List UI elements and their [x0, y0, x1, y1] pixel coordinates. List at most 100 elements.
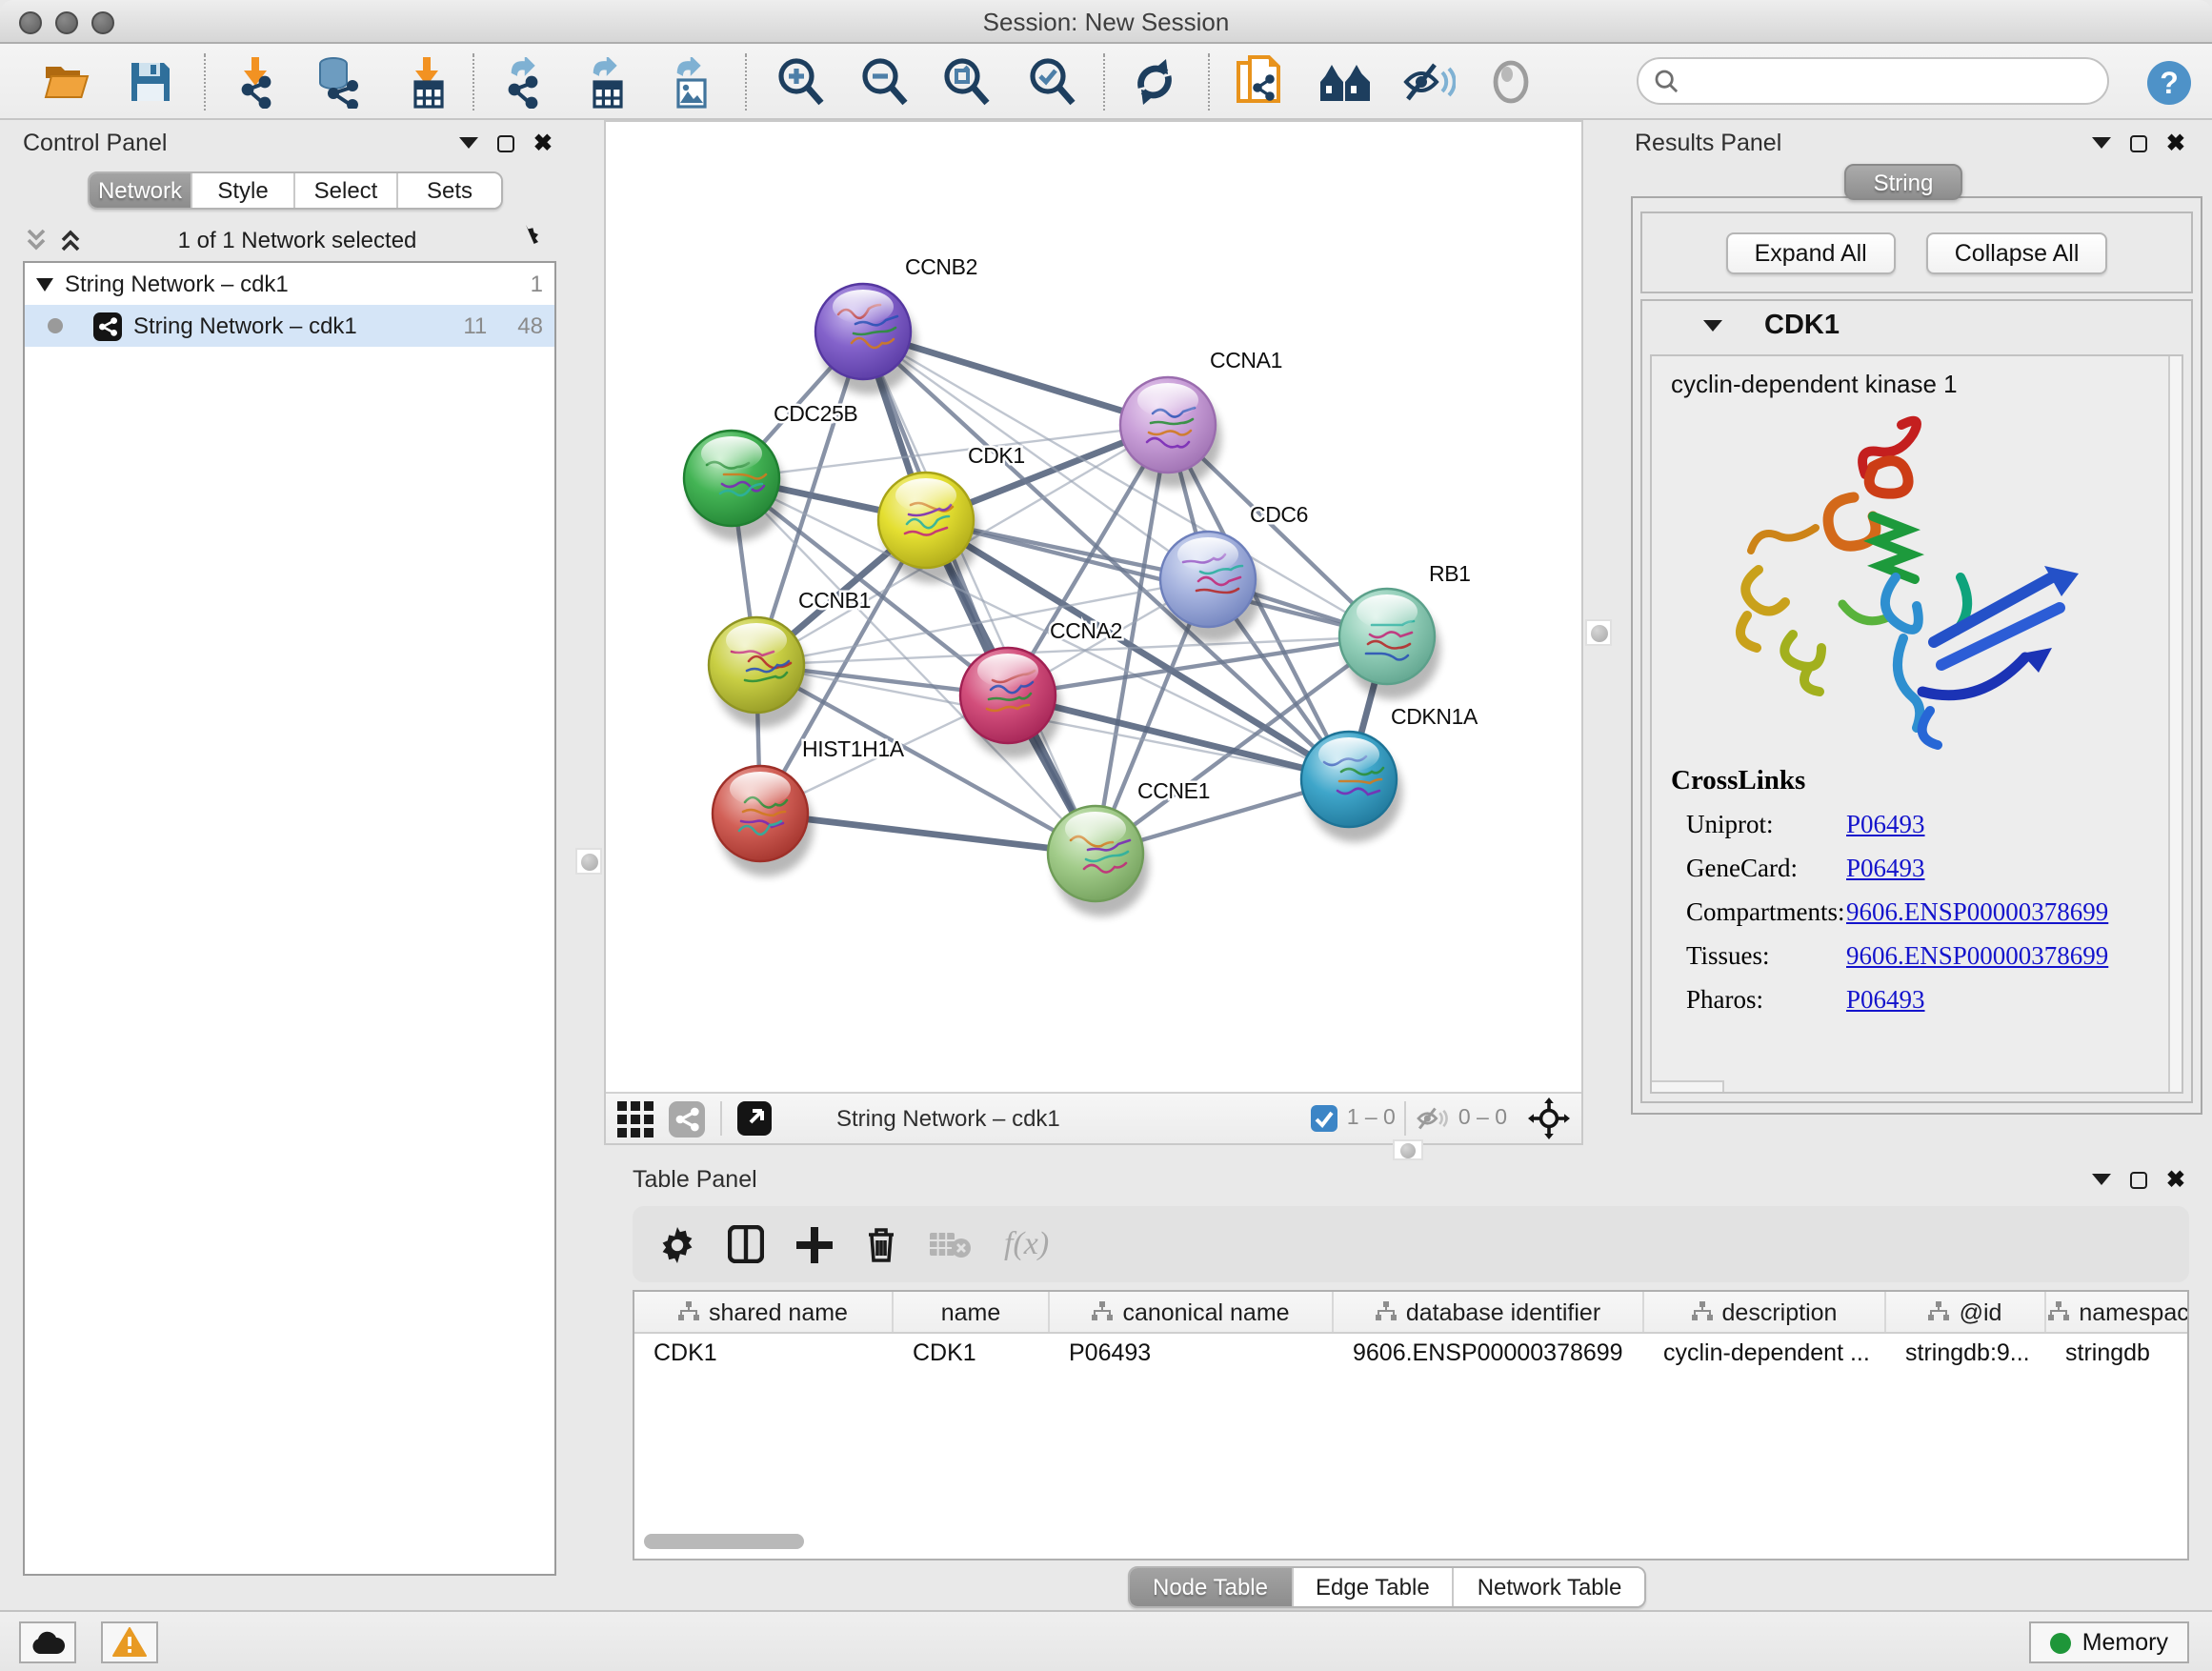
network-row[interactable]: String Network – cdk1 11 48: [25, 305, 554, 347]
crosslink-link[interactable]: P06493: [1846, 854, 1925, 884]
node-label-CCNB1: CCNB1: [798, 588, 871, 613]
results-horizontal-scrollbar[interactable]: [1652, 1080, 1724, 1092]
results-tab-string[interactable]: String: [1844, 164, 1962, 200]
memory-button[interactable]: Memory: [2029, 1621, 2189, 1663]
table-row[interactable]: CDK1CDK1P064939606.ENSP00000378699cyclin…: [634, 1334, 2187, 1372]
zoom-fit-icon[interactable]: [939, 55, 993, 109]
panel-close-icon[interactable]: ✖: [2166, 134, 2185, 151]
zoom-selected-icon[interactable]: [1025, 55, 1078, 109]
expand-all-button[interactable]: Expand All: [1726, 232, 1896, 273]
export-table-icon[interactable]: [579, 55, 633, 109]
show-columns-icon[interactable]: [728, 1225, 764, 1263]
tab-style[interactable]: Style: [192, 173, 295, 208]
node-RB1[interactable]: [1339, 589, 1440, 699]
panel-collapse-icon[interactable]: [2092, 137, 2111, 149]
table-options-gear-icon[interactable]: [659, 1226, 695, 1262]
open-session-icon[interactable]: [40, 55, 93, 109]
help-icon[interactable]: ?: [2142, 55, 2195, 109]
search-input[interactable]: [1688, 68, 2107, 94]
cloud-status-button[interactable]: [19, 1621, 76, 1663]
center-view-icon[interactable]: [1528, 1097, 1570, 1139]
table-cell[interactable]: CDK1: [894, 1334, 1050, 1372]
panel-float-icon[interactable]: [2130, 134, 2147, 151]
table-cell[interactable]: P06493: [1050, 1334, 1334, 1372]
table-panel-title: Table Panel: [633, 1166, 757, 1193]
selected-count: 1 – 0: [1347, 1107, 1396, 1130]
tab-select[interactable]: Select: [295, 173, 398, 208]
import-table-icon[interactable]: [400, 55, 453, 109]
table-cell[interactable]: 9606.ENSP00000378699: [1334, 1334, 1644, 1372]
network-options-gear-icon[interactable]: [511, 225, 541, 255]
node-CDC25B[interactable]: [684, 431, 785, 541]
import-network-database-icon[interactable]: [312, 55, 366, 109]
results-vertical-scrollbar[interactable]: [2168, 356, 2182, 1092]
column-header-shared-name[interactable]: shared name: [634, 1292, 894, 1332]
toolbar-separator: [473, 53, 474, 111]
node-label-CCNE1: CCNE1: [1137, 778, 1210, 803]
zoom-out-icon[interactable]: [857, 55, 911, 109]
panel-float-icon[interactable]: [497, 134, 514, 151]
grid-view-icon[interactable]: [617, 1100, 654, 1137]
left-splitter-handle[interactable]: [575, 848, 602, 875]
tree-expand-icon[interactable]: [36, 277, 53, 291]
node-CCNA1[interactable]: [1120, 377, 1221, 488]
node-CDK1[interactable]: [878, 473, 979, 583]
column-header-@id[interactable]: @id: [1886, 1292, 2046, 1332]
collapse-all-button[interactable]: Collapse All: [1926, 232, 2108, 273]
section-collapse-icon[interactable]: [1703, 320, 1722, 332]
network-collection-row[interactable]: String Network – cdk1 1: [25, 263, 554, 305]
tab-node-table[interactable]: Node Table: [1130, 1568, 1293, 1606]
gene-description: cyclin-dependent kinase 1: [1652, 356, 2182, 398]
column-header-name[interactable]: name: [894, 1292, 1050, 1332]
crosslink-link[interactable]: 9606.ENSP00000378699: [1846, 897, 2108, 928]
right-splitter-handle[interactable]: [1585, 619, 1612, 646]
collapse-all-icon[interactable]: [23, 227, 50, 253]
panel-collapse-icon[interactable]: [2092, 1174, 2111, 1185]
tab-network[interactable]: Network: [90, 173, 192, 208]
node-CDC6[interactable]: [1160, 532, 1261, 642]
export-network-icon[interactable]: [497, 55, 551, 109]
panel-close-icon[interactable]: ✖: [533, 134, 553, 151]
save-session-icon[interactable]: [124, 55, 177, 109]
table-cell[interactable]: CDK1: [634, 1334, 894, 1372]
network-canvas[interactable]: CCNB2CCNA1CDC25BCDK1CDC6RB1CCNB1CCNA2CDK…: [606, 122, 1581, 1092]
share-document-icon[interactable]: [1233, 55, 1286, 109]
warnings-button[interactable]: [101, 1621, 158, 1663]
show-all-icon[interactable]: [1486, 55, 1539, 109]
import-network-file-icon[interactable]: [231, 55, 284, 109]
node-CCNA2[interactable]: [960, 648, 1061, 758]
panel-close-icon[interactable]: ✖: [2166, 1171, 2185, 1188]
column-header-description[interactable]: description: [1644, 1292, 1886, 1332]
delete-column-icon[interactable]: [865, 1225, 897, 1263]
tab-edge-table[interactable]: Edge Table: [1293, 1568, 1455, 1606]
zoom-in-icon[interactable]: [774, 55, 827, 109]
export-image-icon[interactable]: [663, 55, 716, 109]
crosslink-link[interactable]: 9606.ENSP00000378699: [1846, 941, 2108, 972]
table-cell[interactable]: stringdb:9...: [1886, 1334, 2046, 1372]
panel-float-icon[interactable]: [2130, 1171, 2147, 1188]
hide-selected-icon[interactable]: [1402, 55, 1456, 109]
network-list-icon[interactable]: [669, 1100, 705, 1137]
node-CCNB2[interactable]: [815, 284, 916, 394]
panel-collapse-icon[interactable]: [459, 137, 478, 149]
network-selected-summary: 1 of 1 Network selected: [84, 227, 511, 253]
selected-checkbox-icon[interactable]: [1311, 1105, 1337, 1132]
add-column-icon[interactable]: [796, 1226, 833, 1262]
table-cell[interactable]: cyclin-dependent ...: [1644, 1334, 1886, 1372]
tab-network-table[interactable]: Network Table: [1455, 1568, 1645, 1606]
column-header-database-identifier[interactable]: database identifier: [1334, 1292, 1644, 1332]
table-horizontal-scrollbar[interactable]: [644, 1534, 804, 1549]
node-CDKN1A[interactable]: [1301, 732, 1402, 842]
table-cell[interactable]: stringdb: [2046, 1334, 2189, 1372]
crosslink-link[interactable]: P06493: [1846, 985, 1925, 1016]
edge-CCNB2-CCNE1[interactable]: [863, 332, 1096, 854]
column-header-canonical-name[interactable]: canonical name: [1050, 1292, 1334, 1332]
birdseye-view-icon[interactable]: [737, 1101, 772, 1136]
column-header-namespace[interactable]: namespace: [2046, 1292, 2189, 1332]
refresh-icon[interactable]: [1128, 55, 1181, 109]
expand-all-icon[interactable]: [57, 227, 84, 253]
crosslink-link[interactable]: P06493: [1846, 810, 1925, 840]
node-HIST1H1A[interactable]: [713, 766, 814, 876]
tab-sets[interactable]: Sets: [398, 173, 501, 208]
string-home-icon[interactable]: [1318, 55, 1372, 109]
